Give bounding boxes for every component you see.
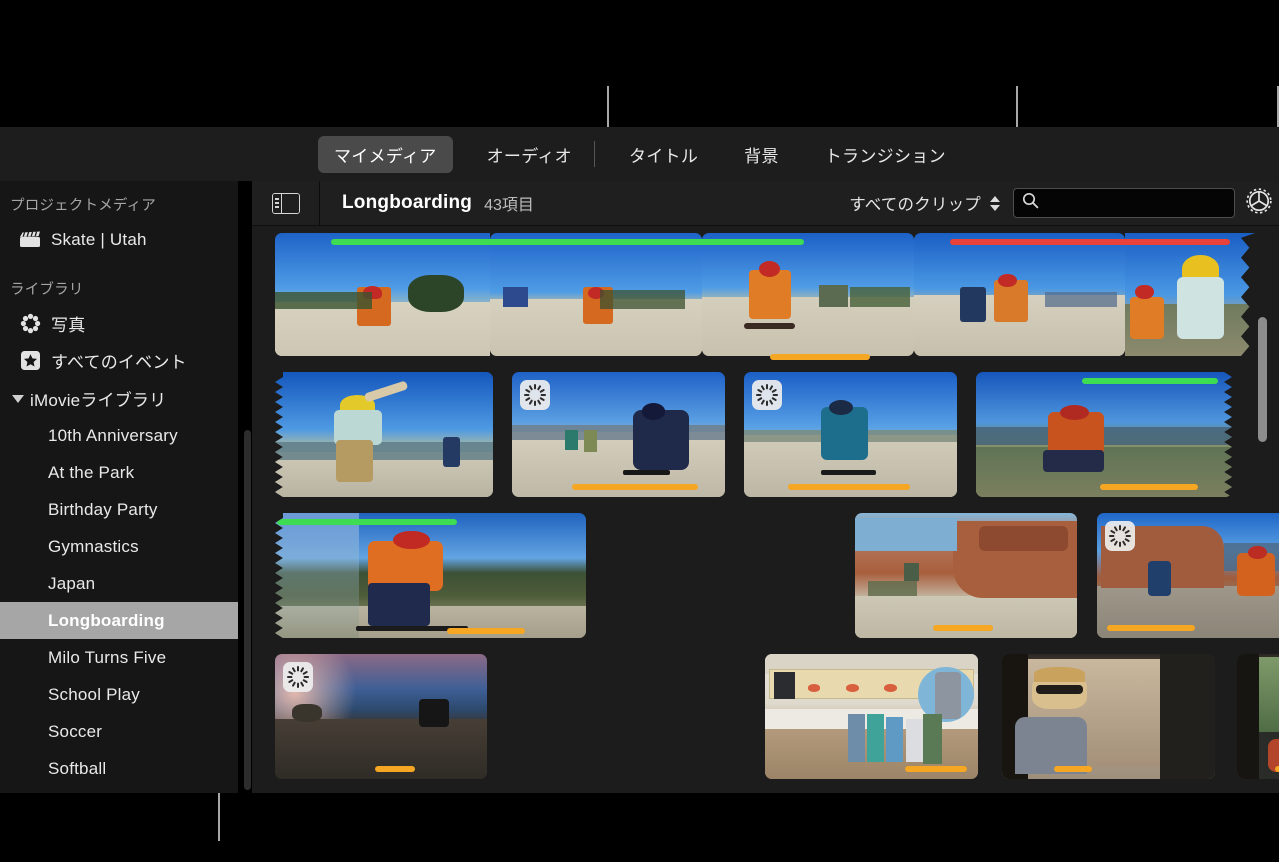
tab-transitions[interactable]: トランジション (809, 136, 962, 173)
filmstrip-segment-2[interactable] (490, 233, 702, 356)
tab-divider (594, 141, 595, 167)
sidebar-item-label: School Play (48, 685, 140, 705)
filmstrip-segment-5[interactable] (1125, 233, 1255, 356)
clip-van-woman[interactable] (1237, 654, 1279, 779)
tab-audio[interactable]: オーディオ (471, 136, 588, 173)
item-count: 43項目 (484, 191, 534, 215)
sidebar-item-at-the-park[interactable]: At the Park (0, 454, 238, 491)
sidebar-item-label: すべてのイベント (51, 348, 187, 373)
search-field[interactable] (1013, 188, 1235, 218)
sidebar-item-birthday-party[interactable]: Birthday Party (0, 491, 238, 528)
filmstrip-segment-1[interactable] (275, 233, 490, 356)
clip-sunset-road[interactable] (275, 654, 487, 779)
sidebar-item-10th-anniversary[interactable]: 10th Anniversary (0, 417, 238, 454)
sidebar-header-library: ライブラリ (0, 258, 238, 305)
analyzing-icon (752, 380, 782, 410)
toolbar-divider (319, 181, 320, 226)
sidebar-item-japan[interactable]: Japan (0, 565, 238, 602)
clip-trading-post-group[interactable] (765, 654, 978, 779)
sidebar-scrollbar[interactable] (244, 430, 251, 790)
sidebar-item-school-play[interactable]: School Play (0, 676, 238, 713)
analyzing-icon (520, 380, 550, 410)
clip-hillside-rider[interactable] (976, 372, 1232, 497)
analyzing-icon (1105, 521, 1135, 551)
tab-my-media[interactable]: マイメディア (318, 136, 453, 173)
clip-grid-scrollbar[interactable] (1258, 317, 1267, 442)
sidebar-item-photos[interactable]: 写真 (0, 305, 238, 342)
sidebar-item-label: 10th Anniversary (48, 426, 178, 446)
sidebar-item-label: Milo Turns Five (48, 648, 166, 668)
sidebar-item-skate-utah[interactable]: Skate | Utah (0, 221, 238, 258)
sidebar-item-softball[interactable]: Softball (0, 750, 238, 787)
sidebar-item-label: iMovieライブラリ (30, 386, 166, 411)
gear-icon (1244, 186, 1274, 221)
sidebar-item-label: 写真 (51, 311, 85, 336)
favorite-marker (375, 766, 415, 772)
clip-red-rock-road[interactable] (855, 513, 1077, 638)
clip-red-rock-riders[interactable] (1097, 513, 1279, 638)
clip-row-2[interactable] (252, 372, 1279, 498)
search-icon (1022, 192, 1039, 214)
sidebar-item-imovie-library[interactable]: iMovieライブラリ (0, 380, 238, 417)
clip-skater-stretch[interactable] (275, 372, 493, 497)
sidebar-item-label: Birthday Party (48, 500, 158, 520)
sidebar-item-label: Gymnastics (48, 537, 139, 557)
browser-toolbar: Longboarding 43項目 すべてのクリップ (252, 181, 1279, 226)
favorite-marker (447, 628, 525, 634)
sidebar-header-project-media: プロジェクトメディア (0, 181, 238, 221)
sidebar-item-label: Soccer (48, 722, 102, 742)
clip-filmstrip-row-1[interactable] (275, 233, 1255, 356)
sidebar-item-longboarding[interactable]: Longboarding (0, 602, 238, 639)
clip-van-laughing-guy[interactable] (1002, 654, 1215, 779)
sidebar-item-gymnastics[interactable]: Gymnastics (0, 528, 238, 565)
favorite-marker (572, 484, 698, 490)
sidebar-item-label: Japan (48, 574, 95, 594)
favorite-marker (1054, 766, 1092, 772)
sidebar-item-soccer[interactable]: Soccer (0, 713, 238, 750)
clip-orange-shirt-carve[interactable] (275, 513, 586, 638)
filter-popup[interactable]: すべてのクリップ (849, 191, 981, 215)
clip-row-4[interactable] (252, 654, 1279, 780)
rejected-marker (950, 239, 1230, 245)
star-icon (18, 351, 42, 371)
sidebar-item-milo-turns-five[interactable]: Milo Turns Five (0, 639, 238, 676)
clip-row-3[interactable] (252, 513, 1279, 639)
page-title: Longboarding (342, 192, 472, 214)
favorite-marker (770, 354, 870, 360)
settings-gear[interactable] (1239, 181, 1279, 226)
clip-downhill-group[interactable] (512, 372, 725, 497)
sidebar-item-all-events[interactable]: すべてのイベント (0, 342, 238, 379)
selected-marker (1082, 378, 1218, 384)
tab-backgrounds[interactable]: 背景 (728, 136, 795, 173)
sidebar-item-label: Softball (48, 759, 106, 779)
favorite-marker (1107, 625, 1195, 631)
sidebar-item-label: Skate | Utah (51, 230, 147, 250)
media-type-tabbar: マイメディア オーディオ タイトル 背景 トランジション (0, 127, 1279, 181)
selected-marker (331, 239, 804, 245)
tab-titles[interactable]: タイトル (613, 136, 714, 173)
media-browser-pane: Longboarding 43項目 すべてのクリップ (252, 181, 1279, 793)
favorite-marker (1275, 766, 1279, 772)
favorite-marker (905, 766, 967, 772)
search-input[interactable] (1045, 195, 1225, 211)
filmstrip-segment-3[interactable] (702, 233, 914, 356)
favorite-marker (788, 484, 910, 490)
filter-stepper-icon[interactable] (990, 196, 1000, 211)
favorite-marker (933, 625, 993, 631)
filmstrip-segment-4[interactable] (914, 233, 1125, 356)
sidebar-item-label: At the Park (48, 463, 134, 483)
sidebar-list[interactable]: プロジェクトメディア Skate | Utah ライブラリ (0, 181, 238, 793)
selected-marker (277, 519, 457, 525)
sidebar-toggle-icon[interactable] (272, 193, 300, 214)
clip-crouch-rider[interactable] (744, 372, 957, 497)
favorite-marker (1100, 484, 1198, 490)
chevron-down-icon[interactable] (12, 395, 24, 403)
photos-icon (18, 314, 42, 334)
analyzing-icon (283, 662, 313, 692)
clip-grid[interactable] (252, 227, 1279, 793)
imovie-media-browser-window: マイメディア オーディオ タイトル 背景 トランジション プロジェクトメディア … (0, 0, 1279, 862)
sidebar-item-label: Longboarding (48, 611, 165, 631)
clapperboard-icon (18, 230, 42, 250)
